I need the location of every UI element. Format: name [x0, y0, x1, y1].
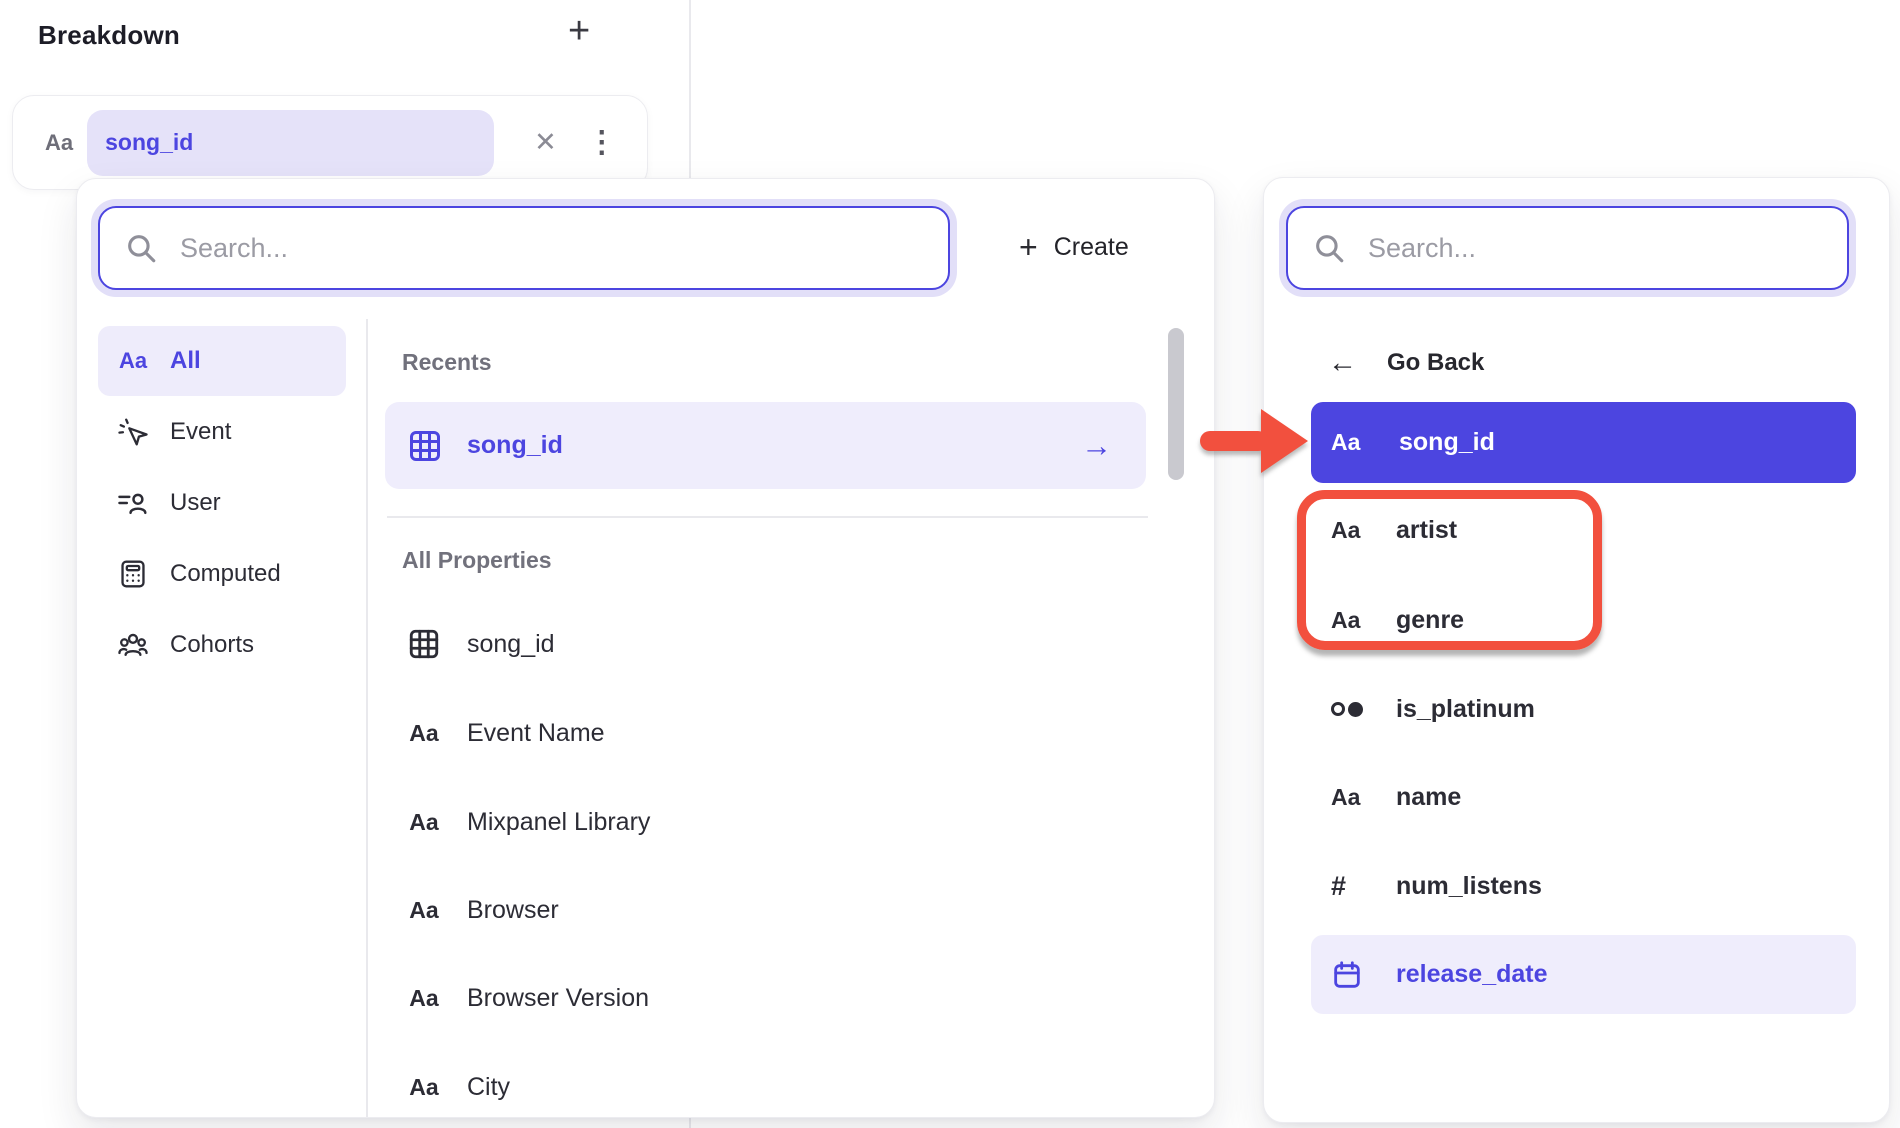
text-icon: Aa — [409, 985, 438, 1012]
text-icon: Aa — [409, 720, 438, 747]
sub-property-num-listens[interactable]: # num_listens — [1311, 856, 1856, 916]
plus-icon: + — [1019, 231, 1038, 263]
sub-property-artist[interactable]: Aa artist — [1311, 500, 1856, 560]
sub-property-name[interactable]: Aa name — [1311, 767, 1856, 827]
number-icon: # — [1331, 871, 1346, 902]
recent-property-song-id[interactable]: song_id → — [385, 402, 1146, 489]
category-cohorts[interactable]: Cohorts — [98, 610, 346, 680]
category-computed[interactable]: Computed — [98, 539, 346, 609]
cohorts-icon — [117, 629, 149, 661]
sub-property-genre[interactable]: Aa genre — [1311, 590, 1856, 650]
property-picker-panel: + Create Aa All Event — [76, 178, 1215, 1118]
drill-in-arrow-icon[interactable]: → — [1081, 428, 1112, 464]
calendar-icon — [1331, 959, 1363, 991]
create-label: Create — [1054, 233, 1129, 262]
page: { "colors": { "accent": "#4C45E0", "acce… — [0, 0, 1900, 1128]
property-row-browser-version[interactable]: Aa Browser Version — [385, 958, 1146, 1038]
boolean-icon — [1331, 702, 1363, 717]
text-icon: Aa — [1331, 429, 1360, 456]
left-search-input[interactable] — [178, 232, 948, 265]
property-row-mixpanel-library[interactable]: Aa Mixpanel Library — [385, 782, 1146, 862]
text-icon: Aa — [1331, 607, 1360, 634]
scrollbar-thumb[interactable] — [1168, 328, 1184, 480]
search-icon — [1312, 231, 1346, 265]
text-icon: Aa — [119, 348, 147, 374]
section-divider — [387, 516, 1148, 518]
table-icon — [407, 428, 443, 464]
sub-property-is-platinum[interactable]: is_platinum — [1311, 679, 1856, 739]
right-search-box — [1286, 206, 1849, 290]
breakdown-options-icon[interactable]: ⋮ — [587, 125, 617, 160]
text-icon: Aa — [1331, 784, 1360, 811]
user-icon — [117, 487, 149, 519]
breakdown-chip-card: Aa song_id ✕ ⋮ — [12, 95, 648, 190]
breakdown-chip[interactable]: song_id — [87, 110, 494, 176]
text-property-type-icon: Aa — [45, 130, 73, 156]
property-row-song-id[interactable]: song_id — [385, 604, 1146, 684]
table-icon — [407, 627, 441, 661]
category-list: Aa All Event — [98, 326, 346, 681]
text-icon: Aa — [409, 809, 438, 836]
text-icon: Aa — [409, 897, 438, 924]
add-breakdown-button[interactable]: + — [568, 12, 590, 50]
sub-property-song-id-selected[interactable]: Aa song_id — [1311, 402, 1856, 483]
property-row-city[interactable]: Aa City — [385, 1047, 1146, 1127]
all-properties-section-label: All Properties — [402, 547, 552, 574]
left-search-box — [98, 206, 950, 290]
remove-breakdown-icon[interactable]: ✕ — [534, 127, 557, 158]
computed-icon — [117, 558, 149, 590]
sub-property-release-date[interactable]: release_date — [1311, 935, 1856, 1014]
property-row-browser[interactable]: Aa Browser — [385, 870, 1146, 950]
text-icon: Aa — [409, 1074, 438, 1101]
right-search-input[interactable] — [1366, 232, 1847, 265]
go-back-button[interactable]: ← Go Back — [1328, 340, 1484, 386]
property-row-event-name[interactable]: Aa Event Name — [385, 693, 1146, 773]
category-user[interactable]: User — [98, 468, 346, 538]
recents-section-label: Recents — [402, 349, 491, 376]
event-icon — [117, 416, 149, 448]
create-property-button[interactable]: + Create — [1019, 215, 1129, 279]
text-icon: Aa — [1331, 517, 1360, 544]
breakdown-section-title: Breakdown — [38, 20, 180, 51]
breakdown-chip-value: song_id — [105, 129, 193, 156]
column-divider — [366, 319, 368, 1117]
arrow-left-icon: ← — [1328, 349, 1357, 378]
search-icon — [124, 231, 158, 265]
sub-property-panel: ← Go Back Aa song_id Aa artist Aa genre … — [1263, 177, 1890, 1123]
category-event[interactable]: Event — [98, 397, 346, 467]
category-all[interactable]: Aa All — [98, 326, 346, 396]
